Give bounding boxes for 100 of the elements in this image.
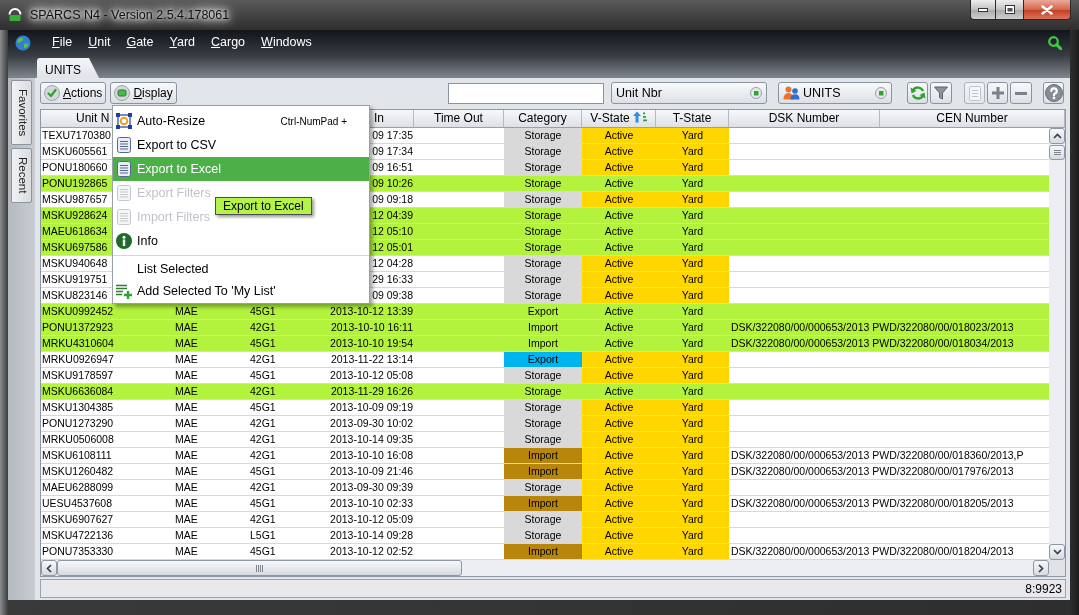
table-cell: 2013-10-09 09:19 — [330, 400, 413, 415]
table-cell: MSKU697586 — [42, 240, 108, 255]
table-cell: DSK/322080/00/000653/2013 PWD/322080/00/018205/2013 — [731, 496, 1014, 511]
category-cell-text: Storage — [523, 176, 563, 191]
table-cell: 12 05:10 — [372, 224, 413, 239]
table-cell: Yard — [681, 496, 704, 511]
table-cell: Yard — [681, 240, 704, 255]
table-cell: 45G1 — [250, 400, 276, 415]
category-cell: Storage — [504, 144, 582, 159]
table-cell: MAE — [175, 352, 198, 367]
table-cell: MSKU605561 — [42, 144, 108, 159]
table-cell: Active — [604, 368, 634, 383]
table-cell: MSKU940648 — [42, 256, 108, 271]
table-cell: MSKU6108111 — [42, 448, 112, 463]
table-cell: MAEU6288099 — [42, 480, 114, 495]
table-cell: Yard — [681, 384, 704, 399]
table-cell: Yard — [681, 480, 704, 495]
table-cell: Active — [604, 480, 634, 495]
table-cell: MAEU618634 — [42, 224, 108, 239]
table-cell: 2013-10-12 13:39 — [330, 304, 413, 319]
table-cell: Yard — [681, 272, 704, 287]
category-cell: Import — [504, 544, 582, 559]
table-cell: 12 05:01 — [372, 240, 413, 255]
table-cell: Active — [604, 512, 634, 527]
table-cell: MAE — [175, 432, 198, 447]
table-cell: DSK/322080/00/000653/2013 PWD/322080/00/018023/2013 — [731, 320, 1014, 335]
table-cell: Active — [604, 224, 634, 239]
category-cell: Storage — [504, 512, 582, 527]
table-cell: DSK/322080/00/000653/2013 PWD/322080/00/018204/2013 — [731, 544, 1014, 559]
category-cell-text: Import — [527, 336, 559, 351]
table-cell: Active — [604, 352, 634, 367]
table-cell: 45G1 — [250, 496, 276, 511]
table-cell: MRKU0506008 — [42, 432, 114, 447]
table-cell: PONU7353330 — [42, 544, 114, 559]
table-cell: 12 04:39 — [372, 208, 413, 223]
table-cell: PONU1273290 — [42, 416, 114, 431]
table-cell: Active — [604, 160, 634, 175]
category-cell: Export — [504, 352, 582, 367]
table-cell: 29 16:33 — [372, 272, 413, 287]
table-cell: 2013-10-10 16:08 — [330, 448, 413, 463]
table-cell: 42G1 — [250, 448, 276, 463]
table-cell: MSKU987657 — [42, 192, 108, 207]
table-cell: MRKU0926947 — [42, 352, 114, 367]
category-cell: Storage — [504, 528, 582, 543]
table-cell: Active — [604, 144, 634, 159]
table-cell: 09 17:34 — [372, 144, 413, 159]
table-cell: 09 09:38 — [372, 288, 413, 303]
table-cell: 45G1 — [250, 336, 276, 351]
table-cell: Active — [604, 416, 634, 431]
table-cell: 12 04:28 — [372, 256, 413, 271]
table-cell: Yard — [681, 224, 704, 239]
table-cell: Yard — [681, 160, 704, 175]
table-cell: 2013-11-29 16:26 — [330, 384, 413, 399]
table-cell: Yard — [681, 368, 704, 383]
category-cell: Storage — [504, 480, 582, 495]
table-cell: 2013-09-30 10:02 — [330, 416, 413, 431]
table-cell: Yard — [681, 352, 704, 367]
table-cell: Yard — [681, 176, 704, 191]
table-cell: Yard — [681, 208, 704, 223]
category-cell: Storage — [504, 256, 582, 271]
table-cell: 45G1 — [250, 544, 276, 559]
table-cell: MRKU4310604 — [42, 336, 114, 351]
table-cell: MSKU6636084 — [42, 384, 114, 399]
table-cell: Active — [604, 336, 634, 351]
table-cell: Yard — [681, 192, 704, 207]
table-cell: DSK/322080/00/000653/2013 PWD/322080/00/017976/2013 — [731, 464, 1014, 479]
table-cell: 2013-10-10 19:54 — [330, 336, 413, 351]
table-cell: Yard — [681, 448, 704, 463]
table-cell: DSK/322080/00/000653/2013 PWD/322080/00/018360/2013,P — [731, 448, 1024, 463]
table-cell: MAE — [175, 368, 198, 383]
table-cell: 2013-10-12 05:09 — [330, 512, 413, 527]
table-cell: Yard — [681, 416, 704, 431]
table-cell: MAE — [175, 464, 198, 479]
table-cell: 09 10:26 — [372, 176, 413, 191]
table-cell: Active — [604, 208, 634, 223]
table-cell: Active — [604, 544, 634, 559]
table-cell: MSKU0992452 — [42, 304, 114, 319]
table-cell: Yard — [681, 304, 704, 319]
table-cell: Yard — [681, 528, 704, 543]
category-cell: Storage — [504, 400, 582, 415]
table-cell: 45G1 — [250, 304, 276, 319]
table-cell: 42G1 — [250, 432, 276, 447]
category-cell: Storage — [504, 160, 582, 175]
table-cell: Yard — [681, 320, 704, 335]
table-cell: MSKU6907627 — [42, 512, 114, 527]
table-cell: 42G1 — [250, 416, 276, 431]
category-cell: Storage — [504, 288, 582, 303]
table-cell: 2013-10-14 09:35 — [330, 432, 413, 447]
table-cell: 45G1 — [250, 464, 276, 479]
category-cell: Storage — [504, 432, 582, 447]
table-cell: MAE — [175, 528, 198, 543]
table-cell: MAE — [175, 320, 198, 335]
table-cell: 42G1 — [250, 352, 276, 367]
table-cell: 09 17:35 — [372, 128, 413, 143]
table-cell: 2013-10-10 16:11 — [330, 320, 413, 335]
table-cell: UESU4537608 — [42, 496, 113, 511]
table-cell: L5G1 — [250, 528, 276, 543]
status-text: 8:9923 — [1025, 580, 1062, 598]
category-cell: Storage — [504, 368, 582, 383]
table-cell: 2013-10-12 05:08 — [330, 368, 413, 383]
